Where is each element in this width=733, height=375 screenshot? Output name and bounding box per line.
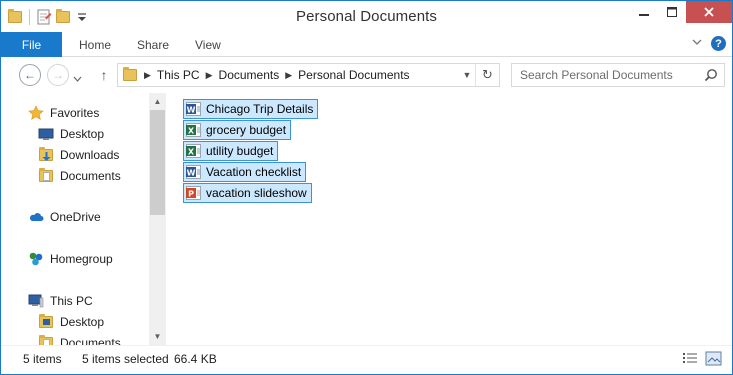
nav-item-onedrive[interactable]: OneDrive: [28, 207, 101, 227]
word-document-icon: W: [186, 164, 202, 180]
item-count: 5 items: [23, 352, 62, 366]
excel-workbook-icon: X: [186, 143, 202, 159]
scrollbar-thumb[interactable]: [150, 110, 165, 215]
tab-file[interactable]: File: [1, 32, 62, 57]
window-controls: [630, 1, 732, 23]
file-name: grocery budget: [206, 123, 287, 137]
details-view-icon[interactable]: [682, 351, 699, 366]
svg-text:P: P: [188, 190, 194, 199]
address-history-dropdown-icon[interactable]: ▼: [460, 64, 474, 86]
folder-icon: [38, 314, 54, 330]
breadcrumb-this-pc[interactable]: This PC: [157, 68, 200, 82]
navigation-pane: Favorites Desktop Downloads Documents On…: [1, 93, 149, 345]
nav-item-homegroup[interactable]: Homegroup: [28, 249, 113, 269]
star-icon: [28, 105, 44, 121]
file-name: utility budget: [206, 144, 274, 158]
folder-icon: [38, 335, 54, 345]
nav-item-this-pc[interactable]: This PC: [28, 291, 93, 311]
file-list: W Chicago Trip Details X grocery budget …: [167, 93, 727, 345]
nav-item-desktop[interactable]: Desktop: [38, 124, 104, 144]
nav-item-label: This PC: [50, 294, 93, 308]
homegroup-icon: [28, 251, 44, 267]
nav-item-label: Documents: [60, 169, 121, 183]
search-icon[interactable]: [704, 68, 718, 82]
file-item-chicago-trip-details[interactable]: W Chicago Trip Details: [183, 99, 319, 119]
nav-item-label: Documents: [60, 336, 121, 345]
breadcrumb-personal-documents[interactable]: Personal Documents: [298, 68, 409, 82]
title-bar: Personal Documents: [1, 1, 732, 32]
word-document-icon: W: [186, 101, 202, 117]
file-item-grocery-budget[interactable]: X grocery budget: [183, 120, 292, 140]
desktop-icon: [38, 126, 54, 142]
navigation-row: ← → ↑ ▶ This PC ▶ Documents ▶ Personal D…: [1, 58, 732, 91]
minimize-button[interactable]: [630, 1, 658, 23]
computer-icon: [28, 293, 44, 309]
explorer-window: Personal Documents File Home Share View …: [0, 0, 733, 375]
nav-item-documents[interactable]: Documents: [38, 166, 121, 186]
tab-view[interactable]: View: [195, 32, 221, 57]
file-name: vacation slideshow: [206, 186, 307, 200]
folder-icon: [122, 67, 138, 83]
nav-item-label: Desktop: [60, 127, 105, 141]
help-icon[interactable]: ?: [711, 36, 726, 51]
forward-button[interactable]: →: [47, 64, 69, 86]
powerpoint-presentation-icon: P: [186, 185, 202, 201]
nav-item-label: OneDrive: [50, 210, 101, 224]
close-button[interactable]: [686, 1, 732, 23]
breadcrumb-separator-icon[interactable]: ▶: [144, 70, 151, 81]
file-item-vacation-slideshow[interactable]: P vacation slideshow: [183, 183, 312, 203]
svg-text:X: X: [188, 127, 195, 136]
refresh-button[interactable]: ↻: [475, 64, 499, 86]
search-box[interactable]: [511, 63, 725, 87]
recent-locations-chevron-icon[interactable]: [73, 72, 82, 86]
file-name: Vacation checklist: [206, 165, 302, 179]
window-title: Personal Documents: [295, 8, 438, 25]
nav-item-label: Desktop: [60, 315, 105, 329]
back-button[interactable]: ←: [19, 64, 41, 86]
nav-item-this-pc-desktop[interactable]: Desktop: [38, 312, 104, 332]
address-bar[interactable]: ▶ This PC ▶ Documents ▶ Personal Documen…: [117, 63, 500, 87]
view-switcher: [682, 351, 722, 366]
ribbon-right-controls: ?: [691, 36, 726, 51]
large-icons-view-icon[interactable]: [705, 351, 722, 366]
selected-size: 66.4 KB: [174, 352, 217, 366]
nav-item-label: Homegroup: [50, 252, 113, 266]
up-button[interactable]: ↑: [95, 66, 113, 84]
documents-folder-icon: [38, 168, 54, 184]
tab-share[interactable]: Share: [137, 32, 169, 57]
expand-ribbon-chevron-icon[interactable]: [691, 36, 703, 51]
scroll-up-icon[interactable]: ▲: [149, 93, 166, 110]
breadcrumb-separator-icon[interactable]: ▶: [206, 70, 213, 81]
selected-count: 5 items selected: [82, 352, 169, 366]
ribbon-tabs: File Home Share View ?: [1, 32, 732, 57]
status-bar: 5 items 5 items selected 66.4 KB: [1, 345, 732, 374]
file-item-vacation-checklist[interactable]: W Vacation checklist: [183, 162, 307, 182]
navigation-pane-scrollbar[interactable]: ▲ ▼: [149, 93, 166, 345]
svg-text:W: W: [187, 106, 196, 115]
svg-text:X: X: [188, 148, 195, 157]
breadcrumb-documents[interactable]: Documents: [219, 68, 280, 82]
nav-item-this-pc-documents[interactable]: Documents: [38, 333, 121, 345]
downloads-folder-icon: [38, 147, 54, 163]
onedrive-cloud-icon: [28, 209, 44, 225]
nav-item-label: Downloads: [60, 148, 120, 162]
nav-item-downloads[interactable]: Downloads: [38, 145, 119, 165]
breadcrumb-separator-icon[interactable]: ▶: [285, 70, 292, 81]
excel-workbook-icon: X: [186, 122, 202, 138]
file-item-utility-budget[interactable]: X utility budget: [183, 141, 279, 161]
maximize-button[interactable]: [658, 1, 686, 23]
search-input[interactable]: [520, 65, 706, 85]
nav-item-label: Favorites: [50, 106, 100, 120]
file-name: Chicago Trip Details: [206, 102, 314, 116]
tab-home[interactable]: Home: [79, 32, 111, 57]
scroll-down-icon[interactable]: ▼: [149, 328, 166, 345]
nav-item-favorites[interactable]: Favorites: [28, 103, 99, 123]
svg-text:W: W: [187, 169, 196, 178]
